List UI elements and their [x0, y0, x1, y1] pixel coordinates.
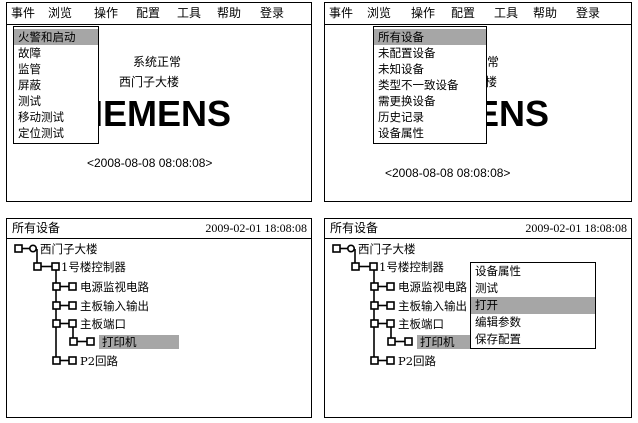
ctx-item-properties[interactable]: 设备属性 — [471, 263, 595, 280]
menu-item-locate-test[interactable]: 定位测试 — [14, 125, 98, 141]
event-dropdown: 火警和启动 故障 监管 屏蔽 测试 移动测试 定位测试 — [13, 26, 99, 144]
menu-item-replace[interactable]: 需更换设备 — [374, 93, 486, 109]
device-tree-context-screen: 所有设备 2009-02-01 18:08:08 西门子大楼 1号楼控制器 电源… — [324, 218, 632, 418]
system-datetime: <2008-08-08 08:08:08> — [385, 166, 511, 180]
menu-item-test[interactable]: 测试 — [14, 93, 98, 109]
tree-node-printer[interactable]: 打印机 — [99, 335, 179, 349]
tree-node-controller[interactable]: 1号楼控制器 — [379, 260, 444, 274]
tree-node-p2-loop[interactable]: P2回路 — [80, 354, 118, 368]
menu-help[interactable]: 帮助 — [217, 3, 241, 24]
menu-item-unknown[interactable]: 未知设备 — [374, 61, 486, 77]
tree-node-port[interactable]: 主板端口 — [398, 317, 444, 331]
menu-login[interactable]: 登录 — [576, 3, 600, 24]
device-tree-screen: 所有设备 2009-02-01 18:08:08 西门子大楼 1号楼控制器 电源… — [6, 218, 312, 418]
menu-login[interactable]: 登录 — [260, 3, 284, 24]
browse-dropdown: 所有设备 未配置设备 未知设备 类型不一致设备 需更换设备 历史记录 设备属性 — [373, 26, 487, 144]
tree-node-controller[interactable]: 1号楼控制器 — [61, 260, 126, 274]
tree-node-io[interactable]: 主板输入输出 — [398, 299, 467, 313]
menu-item-fault[interactable]: 故障 — [14, 45, 98, 61]
menu-item-fire-alarm[interactable]: 火警和启动 — [14, 29, 98, 45]
menu-item-walk-test[interactable]: 移动测试 — [14, 109, 98, 125]
location-label: 西门子大楼 — [119, 75, 180, 89]
menu-operate[interactable]: 操作 — [94, 3, 118, 24]
tree-node-root[interactable]: 西门子大楼 — [40, 242, 98, 256]
tree-node-power[interactable]: 电源监视电路 — [80, 280, 149, 294]
menu-config[interactable]: 配置 — [451, 3, 475, 24]
tree-node-io[interactable]: 主板输入输出 — [80, 299, 149, 313]
menu-item-unconfigured[interactable]: 未配置设备 — [374, 45, 486, 61]
ctx-item-edit-params[interactable]: 编辑参数 — [471, 314, 595, 331]
tree-node-p2-loop[interactable]: P2回路 — [398, 354, 436, 368]
ctx-item-test[interactable]: 测试 — [471, 280, 595, 297]
menu-tools[interactable]: 工具 — [177, 3, 201, 24]
menu-item-device-properties[interactable]: 设备属性 — [374, 125, 486, 141]
menu-item-disabled[interactable]: 屏蔽 — [14, 77, 98, 93]
menu-event[interactable]: 事件 — [11, 3, 35, 24]
tree-node-power[interactable]: 电源监视电路 — [398, 280, 467, 294]
ctx-item-open[interactable]: 打开 — [471, 297, 595, 314]
menu-item-supervisory[interactable]: 监管 — [14, 61, 98, 77]
menu-event[interactable]: 事件 — [329, 3, 353, 24]
tree-node-port[interactable]: 主板端口 — [80, 317, 126, 331]
ctx-item-save-config[interactable]: 保存配置 — [471, 331, 595, 348]
menu-item-type-mismatch[interactable]: 类型不一致设备 — [374, 77, 486, 93]
menu-item-all-devices[interactable]: 所有设备 — [374, 29, 486, 45]
main-screen-browse-menu: 事件 浏览 操作 配置 工具 帮助 登录 系统正常 西门子大楼 SIEMENS … — [324, 2, 632, 202]
system-status: 系统正常 — [133, 55, 182, 69]
menu-config[interactable]: 配置 — [136, 3, 160, 24]
menu-help[interactable]: 帮助 — [533, 3, 557, 24]
menu-operate[interactable]: 操作 — [411, 3, 435, 24]
context-menu: 设备属性 测试 打开 编辑参数 保存配置 — [470, 262, 596, 349]
menu-item-history[interactable]: 历史记录 — [374, 109, 486, 125]
menu-bar: 事件 浏览 操作 配置 工具 帮助 登录 — [325, 3, 631, 25]
menu-browse[interactable]: 浏览 — [367, 3, 391, 24]
menu-bar: 事件 浏览 操作 配置 工具 帮助 登录 — [7, 3, 311, 25]
tree-node-root[interactable]: 西门子大楼 — [358, 242, 416, 256]
menu-tools[interactable]: 工具 — [494, 3, 518, 24]
main-screen-event-menu: 事件 浏览 操作 配置 工具 帮助 登录 系统正常 西门子大楼 SIEMENS … — [6, 2, 312, 202]
menu-browse[interactable]: 浏览 — [48, 3, 72, 24]
system-datetime: <2008-08-08 08:08:08> — [87, 156, 213, 170]
